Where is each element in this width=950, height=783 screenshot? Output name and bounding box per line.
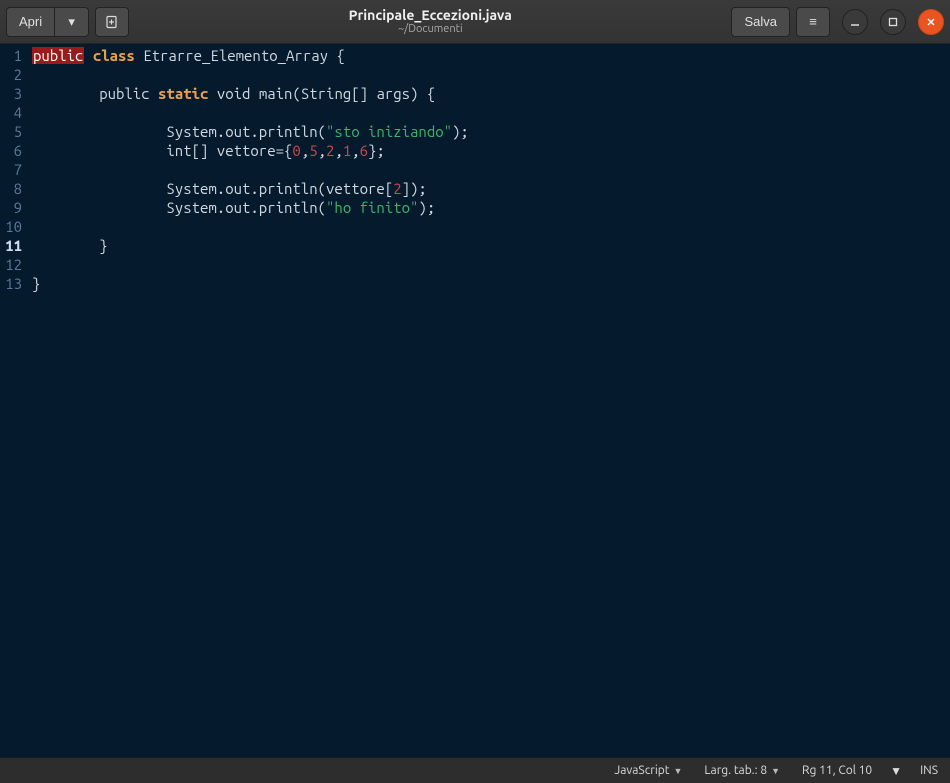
new-tab-button[interactable] xyxy=(95,7,129,37)
code-line[interactable]: public class Etrarre_Elemento_Array { xyxy=(32,46,950,65)
close-button[interactable] xyxy=(918,9,944,35)
code-area[interactable]: public class Etrarre_Elemento_Array { pu… xyxy=(28,44,950,757)
line-number: 12 xyxy=(0,255,22,274)
code-line[interactable]: } xyxy=(32,236,950,255)
minimize-icon xyxy=(850,17,860,27)
editor[interactable]: 12345678910111213 public class Etrarre_E… xyxy=(0,44,950,757)
chevron-down-icon: ▾ xyxy=(68,14,75,30)
open-button-group: Apri ▾ xyxy=(6,7,89,37)
hamburger-icon: ≡ xyxy=(809,14,817,29)
minimize-button[interactable] xyxy=(842,9,868,35)
code-line[interactable] xyxy=(32,160,950,179)
tab-width-selector[interactable]: Larg. tab.: 8 ▼ xyxy=(700,764,784,777)
line-number: 6 xyxy=(0,141,22,160)
insert-mode[interactable]: INS xyxy=(916,764,942,777)
code-line[interactable]: int[] vettore={0,5,2,1,6}; xyxy=(32,141,950,160)
cursor-position[interactable]: Rg 11, Col 10 xyxy=(798,764,876,777)
window-subtitle: ~/Documenti xyxy=(398,23,463,35)
line-number: 10 xyxy=(0,217,22,236)
line-number-gutter: 12345678910111213 xyxy=(0,44,28,757)
language-selector[interactable]: JavaScript ▼ xyxy=(610,764,686,777)
maximize-button[interactable] xyxy=(880,9,906,35)
tab-width-label: Larg. tab.: 8 xyxy=(704,764,767,777)
line-number: 1 xyxy=(0,46,22,65)
chevron-down-icon: ▼ xyxy=(673,766,682,776)
line-number: 5 xyxy=(0,122,22,141)
maximize-icon xyxy=(888,17,898,27)
code-line[interactable]: public static void main(String[] args) { xyxy=(32,84,950,103)
save-button[interactable]: Salva xyxy=(731,7,790,37)
line-number: 7 xyxy=(0,160,22,179)
line-number: 2 xyxy=(0,65,22,84)
code-line[interactable] xyxy=(32,65,950,84)
language-label: JavaScript xyxy=(614,764,669,777)
chevron-down-icon: ▼ xyxy=(890,764,902,778)
title-area: Principale_Eccezioni.java ~/Documenti xyxy=(135,8,725,35)
statusbar: JavaScript ▼ Larg. tab.: 8 ▼ Rg 11, Col … xyxy=(0,757,950,783)
code-line[interactable] xyxy=(32,103,950,122)
close-icon xyxy=(926,17,936,27)
line-number: 13 xyxy=(0,274,22,293)
code-line[interactable] xyxy=(32,217,950,236)
open-dropdown-button[interactable]: ▾ xyxy=(55,7,89,37)
code-line[interactable]: System.out.println("sto iniziando"); xyxy=(32,122,950,141)
menu-button[interactable]: ≡ xyxy=(796,7,830,37)
headerbar: Apri ▾ Principale_Eccezioni.java ~/Docum… xyxy=(0,0,950,44)
chevron-down-icon: ▼ xyxy=(771,766,780,776)
line-number: 3 xyxy=(0,84,22,103)
line-number: 11 xyxy=(0,236,22,255)
cursor-position-label: Rg 11, Col 10 xyxy=(802,764,872,777)
line-number: 8 xyxy=(0,179,22,198)
insert-mode-label: INS xyxy=(920,764,938,777)
line-number: 4 xyxy=(0,103,22,122)
line-number: 9 xyxy=(0,198,22,217)
code-line[interactable]: System.out.println(vettore[2]); xyxy=(32,179,950,198)
code-line[interactable] xyxy=(32,255,950,274)
open-button[interactable]: Apri xyxy=(6,7,55,37)
new-document-icon xyxy=(105,15,119,29)
code-line[interactable]: } xyxy=(32,274,950,293)
window-title: Principale_Eccezioni.java xyxy=(349,8,512,23)
code-line[interactable]: System.out.println("ho finito"); xyxy=(32,198,950,217)
